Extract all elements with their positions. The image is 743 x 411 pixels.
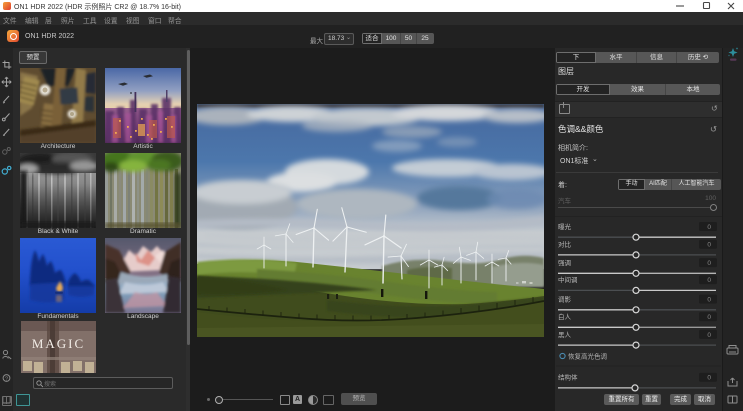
- svg-text:调影: 调影: [558, 295, 572, 304]
- svg-text:恢复高光色调: 恢复高光色调: [568, 352, 607, 361]
- svg-text:0: 0: [707, 375, 711, 382]
- svg-text:0: 0: [707, 277, 711, 284]
- svg-text:MAGIC: MAGIC: [32, 336, 85, 351]
- svg-text:0: 0: [707, 314, 711, 321]
- svg-text:0: 0: [707, 332, 711, 339]
- svg-text:白人: 白人: [558, 312, 572, 321]
- svg-text:0: 0: [707, 260, 711, 267]
- svg-text:强调: 强调: [558, 258, 571, 267]
- svg-text:0: 0: [707, 242, 711, 249]
- svg-text:0: 0: [707, 224, 711, 231]
- svg-text:结构体: 结构体: [558, 373, 578, 382]
- svg-text:对比: 对比: [558, 240, 572, 249]
- svg-text:0: 0: [707, 297, 711, 304]
- svg-text:曝光: 曝光: [558, 222, 572, 231]
- svg-text:?: ?: [5, 377, 8, 383]
- svg-text:黑人: 黑人: [558, 331, 572, 339]
- svg-text:中间调: 中间调: [558, 275, 578, 284]
